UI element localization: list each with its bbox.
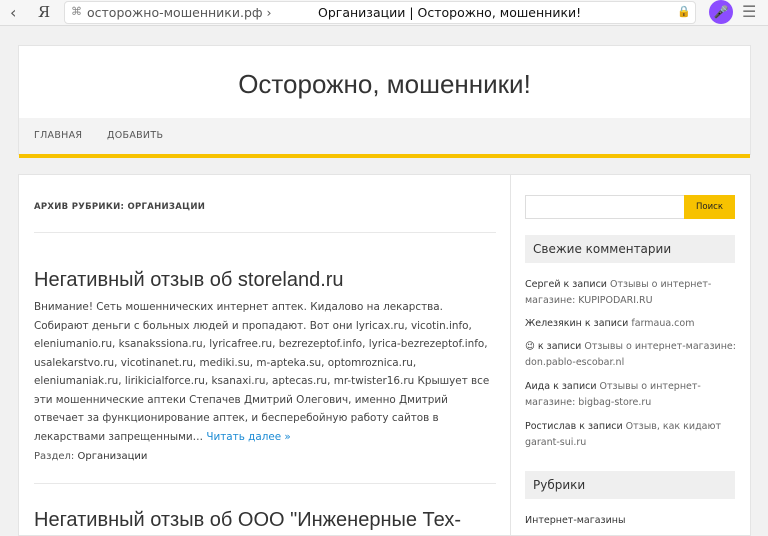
comment-sep: к записи — [534, 341, 585, 352]
post-category: Раздел: Организации — [34, 451, 147, 462]
post-excerpt: Внимание! Сеть мошеннических интернет ап… — [34, 298, 496, 446]
yandex-logo-icon[interactable]: Я — [38, 3, 50, 21]
divider — [34, 232, 496, 233]
menu-icon[interactable]: ☰ — [742, 2, 756, 21]
comment-sep: к записи — [560, 279, 610, 290]
comment-item: Сергей к записи Отзывы о интернет-магази… — [525, 277, 737, 309]
main-menu: ГЛАВНАЯ ДОБАВИТЬ — [19, 118, 750, 158]
menu-item-home[interactable]: ГЛАВНАЯ — [34, 130, 82, 141]
rubrics-title: Рубрики — [525, 471, 735, 499]
post-title[interactable]: Негативный отзыв об ООО "Инженерные Тех- — [34, 509, 461, 532]
comment-item: Аида к записи Отзывы о интернет-магазине… — [525, 379, 737, 411]
sidebar: Поиск Свежие комментарии Сергей к записи… — [510, 174, 751, 536]
address-domain: осторожно-мошенники.рф › — [87, 5, 272, 20]
comment-item: Железякин к записи farmaua.com — [525, 316, 737, 332]
comment-author: Аида — [525, 381, 551, 392]
search-input[interactable] — [525, 195, 685, 219]
post-title[interactable]: Негативный отзыв об storeland.ru — [34, 269, 344, 292]
address-bar[interactable]: ⌘ осторожно-мошенники.рф › Организации |… — [64, 1, 696, 24]
comment-author: 😉 — [525, 341, 535, 352]
back-icon[interactable]: ‹ — [10, 3, 16, 22]
recent-comments-title: Свежие комментарии — [525, 235, 735, 263]
post-excerpt-text: Внимание! Сеть мошеннических интернет ап… — [34, 301, 490, 443]
comment-sep: к записи — [550, 381, 600, 392]
category-label: Раздел: — [34, 451, 75, 462]
address-page-title: Организации | Осторожно, мошенники! — [318, 5, 582, 20]
comment-author: Железякин — [525, 318, 582, 329]
search-button[interactable]: Поиск — [684, 195, 735, 219]
comment-sep: к записи — [576, 421, 626, 432]
comment-author: Ростислав — [525, 421, 577, 432]
comment-author: Сергей — [525, 279, 561, 290]
divider — [34, 483, 496, 484]
browser-toolbar: ‹ Я ⌘ осторожно-мошенники.рф › Организац… — [0, 0, 768, 26]
link-icon: ⌘ — [71, 5, 82, 18]
comment-item: Ростислав к записи Отзыв, как кидают gar… — [525, 419, 737, 451]
site-title[interactable]: Осторожно, мошенники! — [19, 69, 750, 100]
microphone-icon[interactable]: 🎤 — [709, 0, 733, 24]
comment-item: 😉 к записи Отзывы о интернет-магазине: d… — [525, 339, 737, 371]
read-more-link[interactable]: Читать далее » — [206, 431, 290, 443]
comment-post-link[interactable]: farmaua.com — [631, 318, 694, 329]
main-content: АРХИВ РУБРИКИ: ОРГАНИЗАЦИИ Негативный от… — [18, 174, 512, 536]
category-link[interactable]: Организации — [78, 451, 148, 462]
comment-sep: к записи — [581, 318, 632, 329]
lock-icon[interactable]: 🔒 — [677, 5, 691, 18]
archive-title: АРХИВ РУБРИКИ: ОРГАНИЗАЦИИ — [34, 202, 206, 212]
rubric-item[interactable]: Интернет-магазины — [525, 515, 625, 526]
site-header: Осторожно, мошенники! ГЛАВНАЯ ДОБАВИТЬ — [18, 45, 751, 158]
menu-item-add[interactable]: ДОБАВИТЬ — [107, 130, 163, 141]
